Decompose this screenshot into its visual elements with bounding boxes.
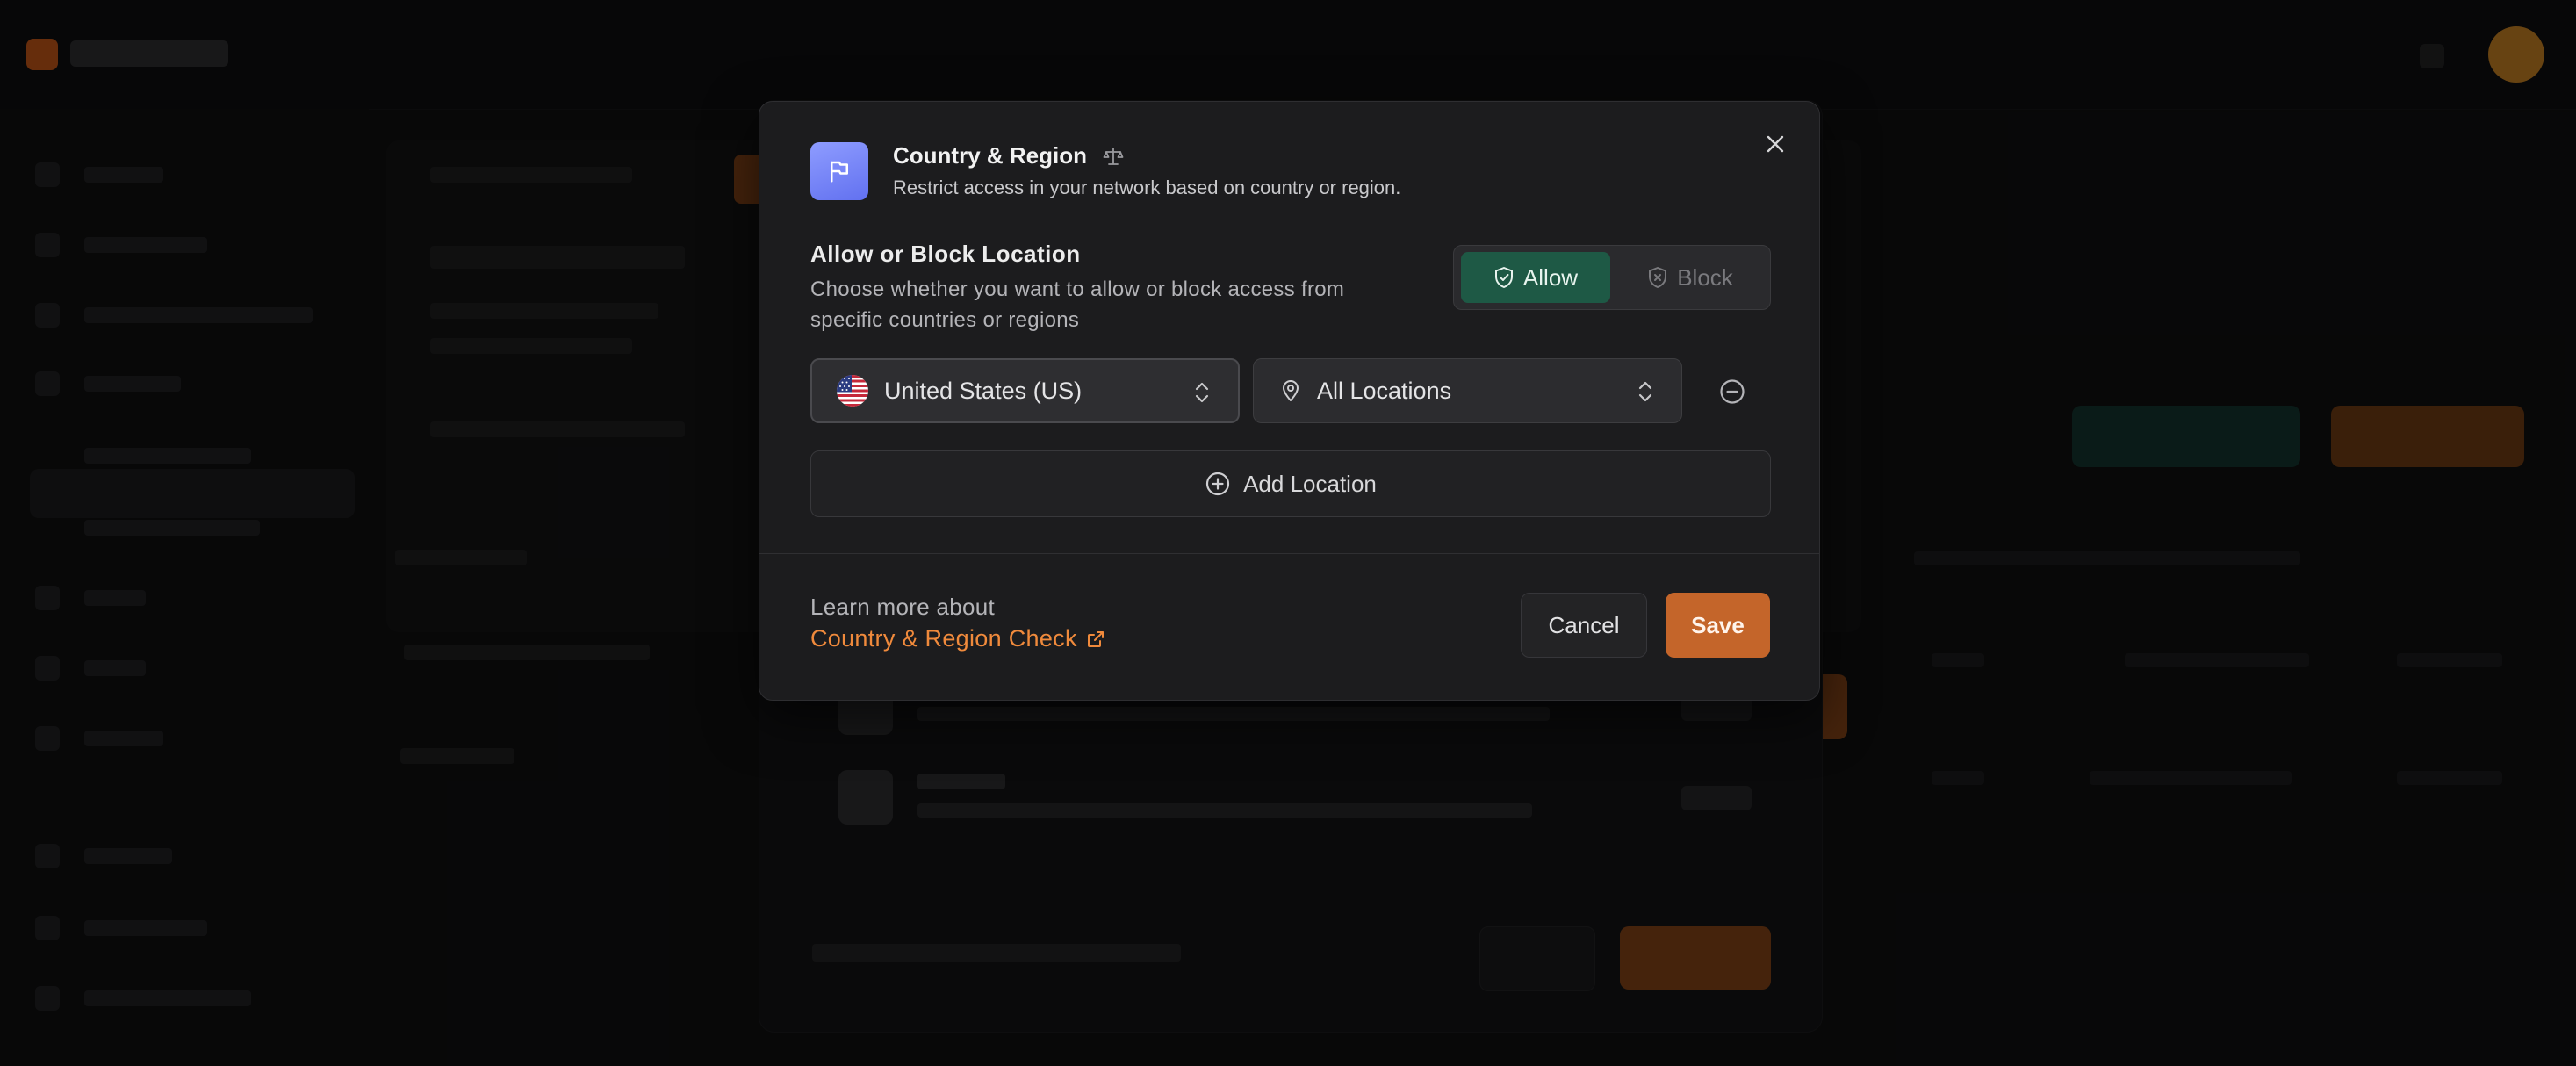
country-select-value: United States (US): [884, 377, 1083, 404]
allow-button[interactable]: Allow: [1461, 252, 1610, 303]
location-select[interactable]: All Locations: [1253, 358, 1682, 423]
modal-title: Country & Region: [893, 142, 1124, 169]
block-label: Block: [1677, 263, 1733, 291]
allow-label: Allow: [1522, 263, 1579, 291]
map-pin-icon: [1283, 380, 1299, 401]
block-button[interactable]: Block: [1615, 252, 1765, 303]
location-select-value: All Locations: [1317, 377, 1452, 404]
learn-more-link-label: Country & Region Check: [810, 625, 1077, 652]
shield-x-icon: [1649, 267, 1667, 288]
us-flag-icon: [837, 375, 868, 407]
learn-more-link[interactable]: Country & Region Check: [810, 625, 1105, 652]
cancel-button[interactable]: Cancel: [1521, 593, 1647, 658]
chevron-up-down-icon: [1638, 381, 1652, 402]
shield-check-icon: [1494, 267, 1513, 288]
close-button[interactable]: [1758, 126, 1793, 162]
remove-location-button[interactable]: [1718, 378, 1746, 406]
footer-divider: [759, 553, 1819, 554]
external-link-icon: [1087, 630, 1104, 647]
add-location-label: Add Location: [1243, 470, 1377, 497]
flag-icon: [831, 161, 848, 183]
modal-subtitle: Restrict access in your network based on…: [893, 176, 1401, 198]
plus-circle-icon: [1205, 472, 1230, 496]
minus-circle-icon: [1720, 379, 1745, 404]
learn-more-text: Learn more about: [810, 594, 996, 620]
section-description: Choose whether you want to allow or bloc…: [810, 277, 1345, 332]
header-icon-badge: [810, 142, 868, 200]
country-region-modal: Country & Region Restrict access in your…: [759, 101, 1820, 701]
scale-icon: [1103, 147, 1124, 165]
save-button[interactable]: Save: [1666, 593, 1770, 658]
chevron-up-down-icon: [1195, 382, 1209, 403]
add-location-button[interactable]: Add Location: [810, 450, 1771, 517]
country-select[interactable]: United States (US): [810, 358, 1240, 423]
close-icon: [1767, 135, 1784, 153]
modal-title-text: Country & Region: [893, 142, 1087, 169]
allow-block-toggle: Allow Block: [1453, 245, 1771, 310]
section-title: Allow or Block Location: [810, 241, 1081, 267]
